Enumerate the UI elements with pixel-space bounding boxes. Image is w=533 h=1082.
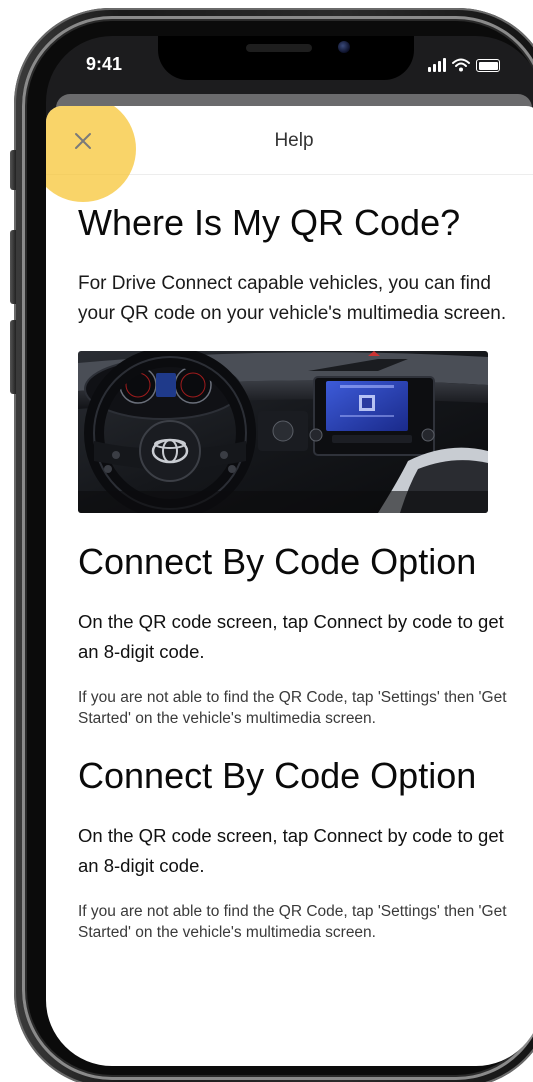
help-sheet: Help Where Is My QR Code? For Drive Conn… bbox=[46, 106, 533, 1066]
section-heading: Connect By Code Option bbox=[78, 755, 477, 796]
section-lead: On the QR code screen, tap Connect by co… bbox=[78, 825, 504, 876]
section-note: If you are not able to find the QR Code,… bbox=[78, 689, 507, 727]
phone-screen: 9:41 Help Where Is My QR Code? For Drive… bbox=[46, 36, 533, 1066]
volume-up-button bbox=[10, 230, 16, 304]
speaker-grille bbox=[246, 44, 312, 52]
section-body: For Drive Connect capable vehicles, you … bbox=[78, 273, 507, 324]
signal-icon bbox=[428, 58, 446, 72]
status-icons bbox=[428, 58, 500, 72]
section-lead: On the QR code screen, tap Connect by co… bbox=[78, 611, 504, 662]
stage: 9:41 Help Where Is My QR Code? For Drive… bbox=[0, 0, 533, 1082]
volume-down-button bbox=[10, 320, 16, 394]
wifi-icon bbox=[452, 58, 470, 72]
section-heading: Connect By Code Option bbox=[78, 541, 477, 582]
header-title: Help bbox=[274, 130, 314, 151]
front-camera bbox=[338, 41, 350, 53]
vehicle-dashboard-image bbox=[78, 351, 488, 513]
sheet-header: Help bbox=[46, 106, 533, 202]
battery-icon bbox=[476, 59, 500, 72]
notch bbox=[158, 36, 414, 80]
section-note: If you are not able to find the QR Code,… bbox=[78, 903, 507, 941]
section-heading: Where Is My QR Code? bbox=[78, 202, 461, 243]
status-time: 9:41 bbox=[86, 54, 123, 74]
help-content[interactable]: Where Is My QR Code? For Drive Connect c… bbox=[46, 175, 533, 943]
silent-switch bbox=[10, 150, 16, 190]
